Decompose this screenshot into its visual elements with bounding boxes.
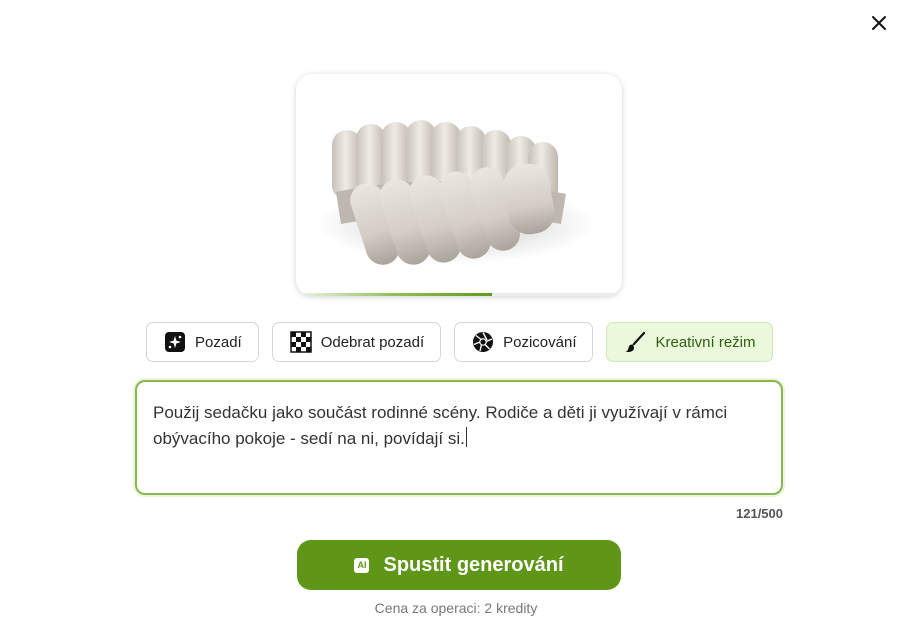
mode-button-kreativni-rezim[interactable]: Kreativní režim	[606, 322, 773, 362]
run-generation-button[interactable]: AI Spustit generování	[297, 540, 621, 590]
preview-progress-fill	[296, 293, 492, 296]
mode-label: Odebrat pozadí	[320, 333, 425, 351]
product-preview	[296, 74, 622, 296]
sofa-image	[316, 120, 596, 265]
mode-button-odebrat-pozadi[interactable]: Odebrat pozadí	[271, 322, 442, 362]
run-button-label: Spustit generování	[383, 553, 564, 576]
prompt-text: Použij sedačku jako součást rodinné scén…	[153, 403, 728, 448]
character-counter: 121/500	[736, 506, 783, 521]
close-button[interactable]	[866, 10, 892, 36]
mode-label: Kreativní režim	[655, 333, 756, 351]
background-sparkle-icon	[164, 331, 186, 353]
mode-selector: Pozadí Odebrat pozadí Pozicování Kreativ…	[146, 322, 773, 362]
brush-icon	[624, 331, 646, 353]
text-caret	[465, 427, 467, 447]
checkerboard-icon	[289, 331, 312, 353]
close-icon	[872, 16, 886, 30]
aperture-icon	[472, 331, 494, 353]
mode-label: Pozicování	[503, 333, 577, 351]
prompt-textarea[interactable]: Použij sedačku jako součást rodinné scén…	[135, 380, 783, 495]
operation-price: Cena za operaci: 2 kredity	[374, 600, 538, 616]
mode-button-pozadi[interactable]: Pozadí	[146, 322, 259, 362]
mode-label: Pozadí	[195, 333, 242, 351]
ai-icon: AI	[354, 557, 370, 573]
mode-button-pozicovani[interactable]: Pozicování	[454, 322, 594, 362]
